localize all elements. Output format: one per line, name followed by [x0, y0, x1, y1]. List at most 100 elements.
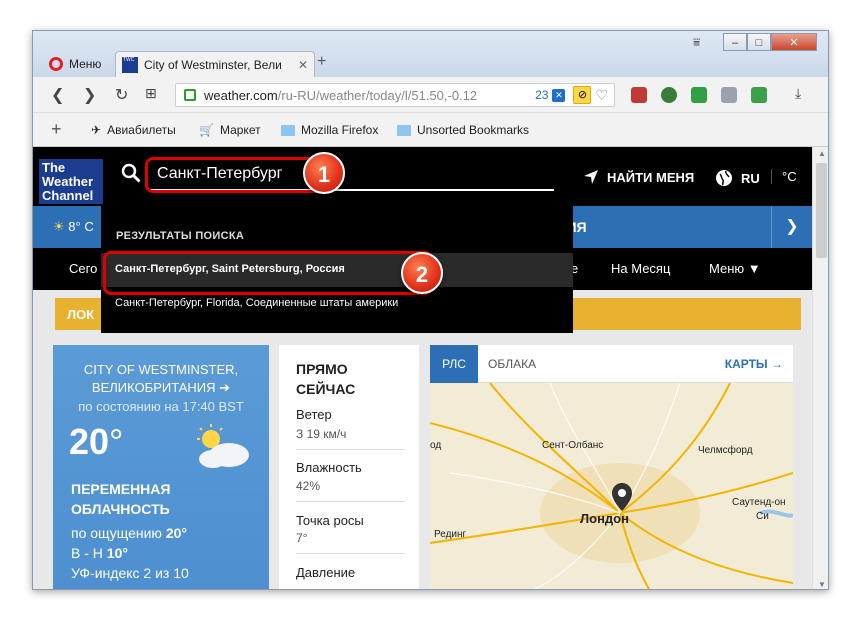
folder-icon: [281, 124, 295, 136]
location-arrow-icon: [584, 170, 598, 184]
map-roads: [430, 383, 793, 589]
language-label: RU: [741, 170, 760, 186]
bookmark-label: Unsorted Bookmarks: [417, 123, 530, 137]
tab-bar: ⩸ ‒ □ ✕ Меню TWC City of Westminster, Ве…: [33, 31, 828, 77]
nav-item-menu[interactable]: Меню ▼: [709, 261, 761, 276]
nav-item-today[interactable]: Сего: [69, 261, 97, 276]
dew-point-label: Точка росы: [296, 513, 364, 528]
bookmark-label: Маркет: [219, 123, 261, 137]
hi-lo-value: 10°: [106, 545, 128, 561]
map-label: Челмсфорд: [698, 445, 753, 456]
opera-menu-tab[interactable]: Меню: [41, 51, 117, 77]
as-of-time: по состоянию на 17:40 BST: [78, 399, 244, 414]
uv-index: УФ-индекс 2 из 10: [71, 565, 189, 581]
browser-toolbar: ❮ ❯ ↻ ⊞ weather.com/ru-RU/weather/today/…: [33, 77, 828, 113]
add-bookmark-button[interactable]: +: [51, 119, 62, 140]
extension-globe-icon[interactable]: [661, 87, 677, 103]
close-window-button[interactable]: ✕: [771, 33, 817, 51]
extension-download-arrow-icon[interactable]: [721, 87, 737, 103]
downloads-icon[interactable]: ⤓: [795, 85, 801, 102]
city-name[interactable]: CITY OF WESTMINSTER, ВЕЛИКОБРИТАНИЯ ➔: [53, 361, 269, 397]
language-selector[interactable]: RU: [715, 169, 760, 187]
logo-line: Weather: [42, 174, 94, 189]
cart-icon: 🛒: [199, 123, 214, 137]
bookmark-item[interactable]: ✈ Авиабилеты: [91, 123, 176, 137]
wind-label: Ветер: [296, 407, 332, 422]
degree-sign: °: [109, 421, 124, 462]
bookmark-label: Авиабилеты: [107, 123, 176, 137]
arrow-circle-icon: ➔: [219, 380, 231, 395]
feels-like-value: 20°: [165, 525, 187, 541]
tab-radar[interactable]: РЛС: [430, 345, 478, 383]
map-card: РЛС ОБЛАКА КАРТЫ → од Сент-Олбанс Челмсф…: [430, 345, 793, 589]
condition-line: ОБЛАЧНОСТЬ: [71, 501, 170, 517]
search-result-label: Санкт-Петербург, Florida, Соединенные шт…: [115, 297, 399, 309]
logo-line: Channel: [42, 188, 94, 203]
hi-lo-label: В - Н: [71, 545, 107, 561]
bluebar-temp-value: 8° C: [68, 219, 94, 234]
forward-icon[interactable]: ❯: [83, 85, 96, 105]
nav-item-month[interactable]: На Месяц: [611, 261, 670, 276]
hi-lo: В - Н 10°: [71, 545, 128, 561]
address-bar[interactable]: weather.com/ru-RU/weather/today/l/51.50,…: [175, 83, 615, 107]
search-results-heading: РЕЗУЛЬТАТЫ ПОИСКА: [116, 230, 245, 242]
scroll-up-icon[interactable]: ▲: [818, 149, 826, 158]
current-temp: 20°: [69, 421, 123, 463]
opera-logo-icon: [49, 57, 63, 71]
speed-dial-icon[interactable]: ⊞: [145, 85, 157, 102]
right-now-heading: ПРЯМО СЕЙЧАС: [296, 359, 355, 399]
nav-menu-label: Меню: [709, 261, 745, 276]
secure-lock-icon: [184, 89, 196, 101]
feels-like-label: по ощущению: [71, 525, 166, 541]
chevron-right-icon[interactable]: ❯: [771, 206, 812, 248]
maps-link[interactable]: КАРТЫ →: [725, 345, 783, 383]
unit-toggle[interactable]: °C: [771, 169, 797, 184]
plane-icon: ✈: [91, 123, 102, 137]
bookmark-folder[interactable]: Mozilla Firefox: [281, 123, 378, 137]
bookmark-heart-icon[interactable]: ♡: [595, 87, 608, 104]
search-icon[interactable]: [121, 163, 141, 183]
tab-title: City of Westminster, Вели: [144, 57, 282, 72]
tab-clouds[interactable]: ОБЛАКА: [488, 345, 536, 383]
city-line: CITY OF WESTMINSTER,: [83, 362, 239, 377]
tab-weather[interactable]: TWC City of Westminster, Вели ✕: [115, 51, 315, 77]
maximize-button[interactable]: □: [747, 33, 771, 51]
tab-menu-icon[interactable]: ⩸: [693, 35, 700, 50]
radar-map[interactable]: од Сент-Олбанс Челмсфорд Лондон Саутенд-…: [430, 383, 793, 589]
humidity-label: Влажность: [296, 460, 362, 475]
triangle-down-icon: ▼: [747, 261, 761, 276]
feels-like: по ощущению 20°: [71, 525, 187, 541]
no-ads-icon[interactable]: ⊘: [573, 86, 592, 104]
vertical-scrollbar[interactable]: ▲ ▼: [812, 147, 828, 589]
condition-line: ПЕРЕМЕННАЯ: [71, 481, 171, 497]
extension-shield-icon[interactable]: [691, 87, 707, 103]
divider: [296, 449, 405, 450]
back-icon[interactable]: ❮: [51, 85, 64, 105]
bookmark-item[interactable]: 🛒 Маркет: [199, 123, 261, 137]
condition: ПЕРЕМЕННАЯ ОБЛАЧНОСТЬ: [71, 479, 170, 519]
map-label: Рединг: [434, 529, 467, 540]
map-label: Сент-Олбанс: [542, 440, 604, 451]
scrollbar-thumb[interactable]: [816, 163, 827, 258]
bookmark-label: Mozilla Firefox: [301, 123, 379, 137]
map-label: Си: [756, 511, 769, 522]
extension-bookmark-icon[interactable]: [631, 87, 647, 103]
annotation-box: [103, 251, 433, 295]
scroll-down-icon[interactable]: ▼: [818, 580, 826, 589]
minimize-button[interactable]: ‒: [723, 33, 747, 51]
extension-green-icon[interactable]: [751, 87, 767, 103]
reload-icon[interactable]: ↻: [115, 85, 128, 105]
bookmark-folder[interactable]: Unsorted Bookmarks: [397, 123, 529, 137]
url-host: weather.com: [204, 87, 278, 103]
page-content: The Weather Channel НАЙТИ МЕНЯ RU °C: [33, 147, 812, 589]
right-now-card: ПРЯМО СЕЙЧАС Ветер З 19 км/ч Влажность 4…: [279, 345, 419, 589]
find-me-button[interactable]: НАЙТИ МЕНЯ: [583, 169, 694, 185]
adblock-shield-icon[interactable]: ✕: [552, 88, 566, 102]
find-me-label: НАЙТИ МЕНЯ: [607, 169, 695, 185]
new-tab-button[interactable]: +: [317, 53, 326, 71]
bluebar-temp: ☀ 8° C: [53, 219, 94, 235]
map-tabs: РЛС ОБЛАКА КАРТЫ →: [430, 345, 793, 383]
weather-channel-logo[interactable]: The Weather Channel: [39, 159, 103, 204]
map-label: од: [430, 440, 442, 451]
close-tab-icon[interactable]: ✕: [298, 58, 308, 72]
